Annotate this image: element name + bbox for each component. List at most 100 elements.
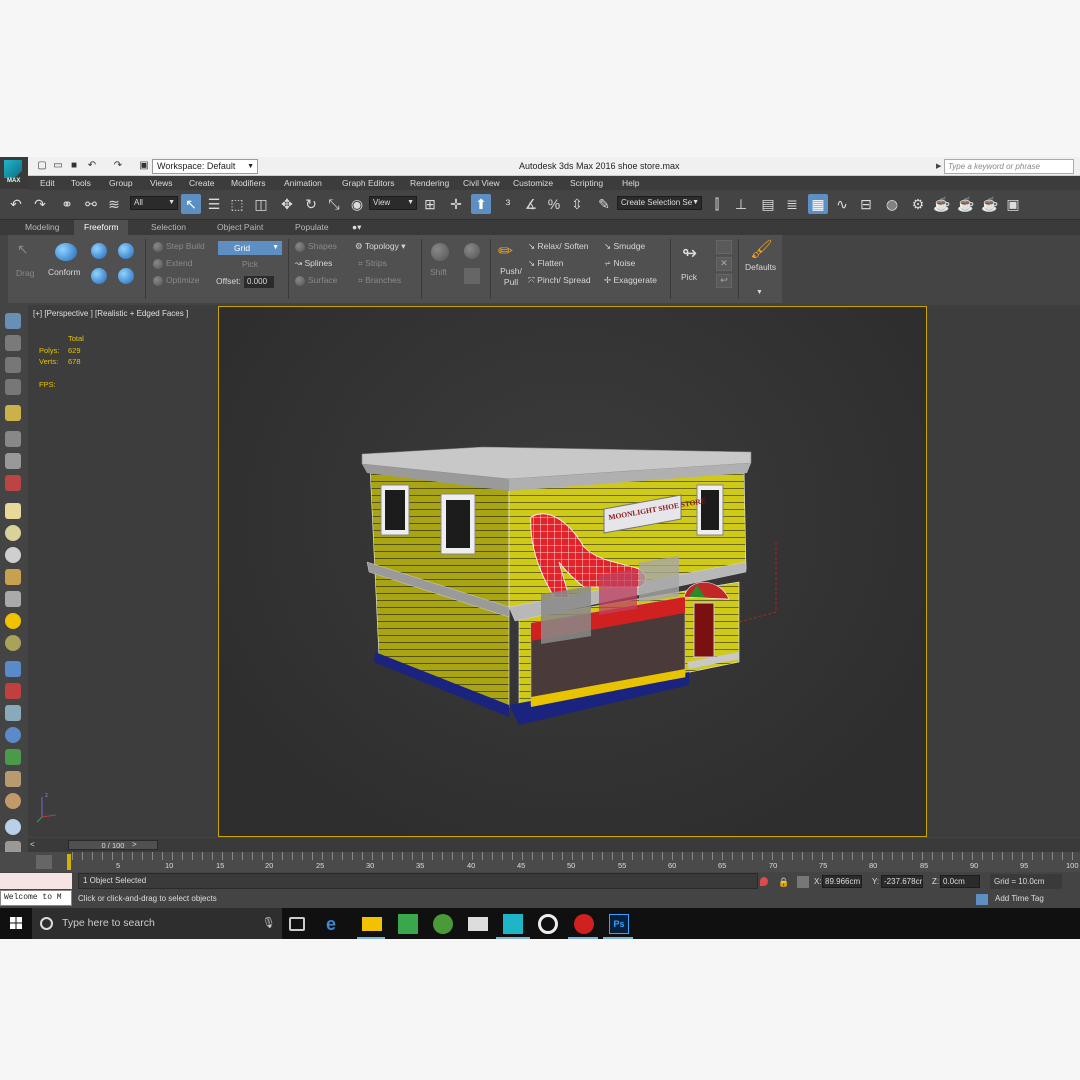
media-player-icon[interactable]: [538, 914, 558, 934]
drag-icon[interactable]: ↖: [17, 241, 33, 257]
modify-panel-icon[interactable]: [5, 335, 21, 351]
microphone-icon[interactable]: 🎙: [262, 908, 275, 939]
redo-icon[interactable]: ↷: [30, 194, 50, 214]
viewport-label[interactable]: [+] [Perspective ] [Realistic + Edged Fa…: [33, 309, 188, 318]
menu-civil-view[interactable]: Civil View: [463, 178, 500, 188]
create-teapot-icon[interactable]: [5, 313, 21, 329]
named-selection-dropdown[interactable]: Create Selection Se ▼: [617, 196, 702, 210]
edge-browser-icon[interactable]: e: [326, 914, 346, 934]
3ds-max-taskbar-icon[interactable]: [503, 914, 523, 934]
shift-settings-icon[interactable]: [464, 268, 480, 284]
render-setup-icon[interactable]: ⚙: [908, 194, 928, 214]
mini-curve-editor-icon[interactable]: [36, 855, 52, 869]
geosphere-icon[interactable]: [5, 635, 21, 651]
toggle-check-icon[interactable]: [716, 240, 732, 254]
rendered-frame-window-icon[interactable]: ☕: [932, 194, 952, 214]
flatten-label[interactable]: ↘ Flatten: [528, 258, 563, 269]
cone-icon[interactable]: [5, 591, 21, 607]
search-expand-icon[interactable]: ▶: [936, 159, 944, 174]
tab-selection[interactable]: Selection: [141, 220, 196, 235]
menu-views[interactable]: Views: [150, 178, 173, 188]
mirror-icon[interactable]: ⫿: [707, 194, 727, 214]
render-sphere-icon[interactable]: [5, 819, 21, 835]
ribbon-options-icon[interactable]: ●▾: [342, 220, 371, 235]
time-slider[interactable]: 0 / 100: [68, 840, 158, 850]
xbox-icon[interactable]: [433, 914, 453, 934]
pivot-center-icon[interactable]: ⊞: [420, 194, 440, 214]
speaker-icon[interactable]: [5, 431, 21, 447]
menu-edit[interactable]: Edit: [40, 178, 55, 188]
grid-dropdown[interactable]: Grid ▼: [218, 241, 282, 255]
schematic-view-icon[interactable]: ⊟: [856, 194, 876, 214]
tab-populate[interactable]: Populate: [285, 220, 339, 235]
select-manipulate-icon[interactable]: ✛: [446, 194, 466, 214]
y-coordinate-field[interactable]: -237.678cr: [881, 875, 923, 888]
box-icon[interactable]: [5, 503, 21, 519]
pick-grid-label[interactable]: Pick: [242, 259, 258, 269]
absolute-mode-icon[interactable]: [797, 876, 809, 888]
previous-frame-icon[interactable]: <: [30, 840, 35, 849]
angle-snap-icon[interactable]: ∡: [521, 194, 541, 214]
relax-soften-label[interactable]: ↘ Relax/ Soften: [528, 241, 589, 252]
bind-space-warp-icon[interactable]: ≋: [104, 194, 124, 214]
menu-graph-editors[interactable]: Graph Editors: [342, 178, 394, 188]
menu-create[interactable]: Create: [189, 178, 215, 188]
menu-tools[interactable]: Tools: [71, 178, 91, 188]
bone-icon[interactable]: [5, 683, 21, 699]
edit-named-selection-icon[interactable]: ✎: [594, 194, 614, 214]
link-icon[interactable]: ⚭: [57, 194, 77, 214]
return-icon[interactable]: ↩: [716, 274, 732, 288]
unlink-icon[interactable]: ⚯: [81, 194, 101, 214]
z-coordinate-field[interactable]: 0.0cm: [940, 875, 980, 888]
topology-label[interactable]: ⚙ Topology ▾: [355, 241, 406, 252]
photo-app-icon[interactable]: [398, 914, 418, 934]
push-pull-label[interactable]: Push/Pull: [496, 266, 526, 288]
sun-icon[interactable]: [5, 613, 21, 629]
redo-icon[interactable]: ↷: [112, 160, 124, 172]
windows-start-icon[interactable]: [0, 908, 32, 939]
render-online-icon[interactable]: ▣: [1003, 194, 1023, 214]
step-build-label[interactable]: Step Build: [166, 241, 205, 251]
noise-label[interactable]: ⩫ Noise: [604, 258, 635, 269]
conform-label[interactable]: Conform: [48, 267, 81, 277]
defaults-brush-icon[interactable]: 🖌: [750, 239, 773, 261]
isolate-selection-icon[interactable]: [760, 877, 768, 886]
teapot-icon[interactable]: [5, 569, 21, 585]
x-coordinate-field[interactable]: 89.966cm: [822, 875, 862, 888]
defaults-label[interactable]: Defaults: [745, 262, 776, 272]
keyboard-shortcut-override-icon[interactable]: ⬆: [471, 194, 491, 214]
placement-icon[interactable]: ◉: [347, 194, 367, 214]
light-bulb-icon[interactable]: [5, 405, 21, 421]
conform-icon[interactable]: [55, 243, 77, 261]
branches-label[interactable]: ⌗ Branches: [358, 275, 401, 286]
offset-input[interactable]: 0.000: [244, 276, 274, 288]
camera-icon[interactable]: [5, 475, 21, 491]
pinch-spread-label[interactable]: ⤧ Pinch/ Spread: [528, 275, 591, 286]
splines-label[interactable]: ↝ Splines: [295, 258, 332, 269]
foliage-icon[interactable]: [5, 749, 21, 765]
shift-options-icon[interactable]: [464, 243, 480, 259]
rotate-icon[interactable]: ↻: [301, 194, 321, 214]
shapes-label[interactable]: Shapes: [308, 241, 337, 251]
file-explorer-icon[interactable]: [362, 917, 382, 931]
menu-customize[interactable]: Customize: [513, 178, 553, 188]
layer-manager-icon[interactable]: ▤: [758, 194, 778, 214]
maxscript-listener-output[interactable]: [0, 873, 72, 889]
red-app-icon[interactable]: [574, 914, 594, 934]
select-object-icon[interactable]: ↖: [181, 194, 201, 214]
extend-label[interactable]: Extend: [166, 258, 192, 268]
biped-icon[interactable]: [5, 705, 21, 721]
cloth-icon[interactable]: [5, 793, 21, 809]
window-crossing-icon[interactable]: ◫: [251, 194, 271, 214]
spinner-snap-icon[interactable]: ⇳: [567, 194, 587, 214]
next-frame-icon[interactable]: >: [132, 840, 137, 849]
chevron-down-icon[interactable]: ▼: [756, 289, 763, 296]
add-time-tag-button[interactable]: Add Time Tag: [995, 894, 1044, 903]
tab-freeform[interactable]: Freeform: [74, 220, 129, 235]
menu-help[interactable]: Help: [622, 178, 639, 188]
perspective-viewport[interactable]: MOONLIGHT SHOE STORE: [218, 306, 927, 837]
photoshop-icon[interactable]: Ps: [609, 914, 629, 934]
rectangular-selection-icon[interactable]: ⬚: [227, 194, 247, 214]
exaggerate-label[interactable]: ✢ Exaggerate: [604, 275, 657, 286]
menu-scripting[interactable]: Scripting: [570, 178, 603, 188]
